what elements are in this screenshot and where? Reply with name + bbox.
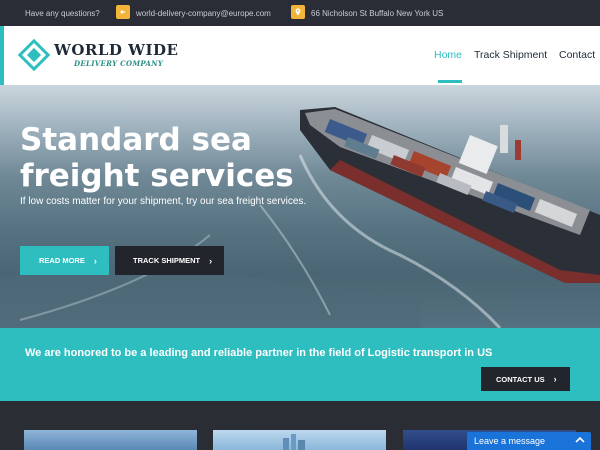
read-more-button[interactable]: READ MORE › [20,246,109,275]
chevron-up-icon[interactable] [575,436,585,446]
service-card-image[interactable] [213,430,386,450]
nav-active-indicator [438,80,462,83]
nav-home[interactable]: Home [434,49,462,61]
address-text: 66 Nicholson St Buffalo New York US [311,9,444,18]
read-more-label: READ MORE [39,256,85,265]
city-skyline-image [283,434,305,450]
nav-contact[interactable]: Contact [559,49,595,61]
track-shipment-button[interactable]: TRACK SHIPMENT › [115,246,224,275]
logo-icon[interactable] [17,38,51,76]
hero-subtitle: If low costs matter for your shipment, t… [20,196,307,207]
email-icon [116,5,130,19]
site-header: WORLD WIDE DELIVERY COMPANY Home Track S… [0,26,600,85]
track-shipment-label: TRACK SHIPMENT [133,256,201,265]
contact-us-button[interactable]: CONTACT US › [481,367,570,391]
chevron-right-icon: › [209,255,213,266]
chevron-right-icon: › [553,374,557,384]
top-info-bar: Have any questions? world-delivery-compa… [0,0,600,26]
questions-text: Have any questions? [25,9,100,18]
hero-banner: Standard sea freight services If low cos… [0,85,600,328]
hero-title: Standard sea freight services [20,122,294,194]
services-section: Leave a message [0,401,600,450]
nav-track-shipment[interactable]: Track Shipment [474,49,547,61]
partner-band: We are honored to be a leading and relia… [0,328,600,401]
brand-title[interactable]: WORLD WIDE [54,41,178,59]
contact-us-label: CONTACT US [496,374,545,384]
leave-message-chat-widget[interactable]: Leave a message [467,432,591,450]
location-pin-icon [291,5,305,19]
partner-statement: We are honored to be a leading and relia… [25,347,493,359]
email-link[interactable]: world-delivery-company@europe.com [136,9,271,18]
service-card-image[interactable] [24,430,197,450]
brand-subtitle: DELIVERY COMPANY [74,59,164,68]
chat-label: Leave a message [474,436,546,446]
chevron-right-icon: › [93,255,97,266]
